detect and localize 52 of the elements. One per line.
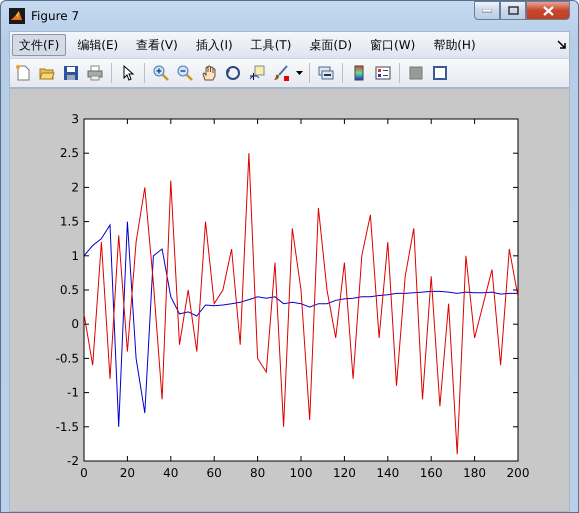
maximize-icon — [508, 6, 518, 15]
y-tick-label: -0.5 — [56, 351, 79, 366]
square-icon — [409, 66, 423, 80]
linked-windows-icon — [318, 65, 334, 81]
y-tick-label: -1 — [67, 386, 79, 400]
x-tick-label: 0 — [80, 466, 88, 480]
y-tick-label: 0 — [71, 317, 79, 332]
hand-icon — [201, 65, 217, 81]
x-tick-label: 120 — [332, 466, 356, 480]
brush-icon — [273, 65, 289, 81]
menu-item[interactable]: 查看(V) — [129, 34, 185, 56]
y-tick-label: 1 — [71, 248, 79, 263]
app-logo-icon — [9, 8, 25, 24]
menu-item[interactable]: 插入(I) — [188, 34, 240, 56]
menu-item[interactable]: 帮助(H) — [426, 34, 483, 56]
x-tick-label: 40 — [163, 466, 178, 480]
caret-icon — [296, 71, 302, 75]
y-tick-label: 2 — [71, 180, 79, 194]
y-tick-label: 0.5 — [60, 283, 79, 297]
x-tick-label: 160 — [420, 466, 443, 480]
minimize-icon — [482, 8, 492, 12]
frame-icon — [432, 65, 448, 81]
menu-item[interactable]: 工具(T) — [244, 34, 298, 56]
rotate-icon — [225, 65, 241, 81]
new-file-icon — [15, 65, 31, 81]
y-tick-label: -1.5 — [56, 420, 79, 434]
x-tick-label: 180 — [463, 466, 486, 480]
x-tick-label: 100 — [290, 466, 312, 480]
legend-icon — [375, 65, 391, 81]
x-tick-label: 80 — [250, 466, 266, 480]
x-tick-label: 20 — [120, 466, 136, 480]
dock-arrow-icon — [557, 40, 567, 50]
x-tick-label: 60 — [206, 466, 222, 480]
y-tick-label: 1.5 — [60, 214, 79, 229]
zoom-in-icon — [153, 65, 169, 81]
menu-item[interactable]: 编辑(E) — [70, 34, 126, 56]
menu-item[interactable]: 文件(F) — [12, 34, 66, 56]
zoom-out-icon — [177, 65, 193, 81]
x-tick-label: 200 — [506, 466, 530, 480]
y-tick-label: -2 — [67, 454, 79, 468]
menu-item[interactable]: 窗口(W) — [363, 34, 422, 56]
close-icon — [542, 6, 554, 16]
data-cursor-icon — [249, 65, 265, 81]
window-title: Figure 7 — [31, 9, 80, 23]
maximize-button[interactable] — [500, 1, 526, 20]
menu-item[interactable]: 桌面(D) — [302, 34, 360, 56]
minimize-button[interactable] — [474, 1, 500, 20]
y-tick-label: 3 — [71, 112, 79, 126]
printer-icon — [87, 65, 103, 81]
close-button[interactable] — [526, 1, 570, 20]
x-tick-label: 140 — [376, 466, 400, 480]
y-tick-label: 2.5 — [60, 146, 79, 160]
